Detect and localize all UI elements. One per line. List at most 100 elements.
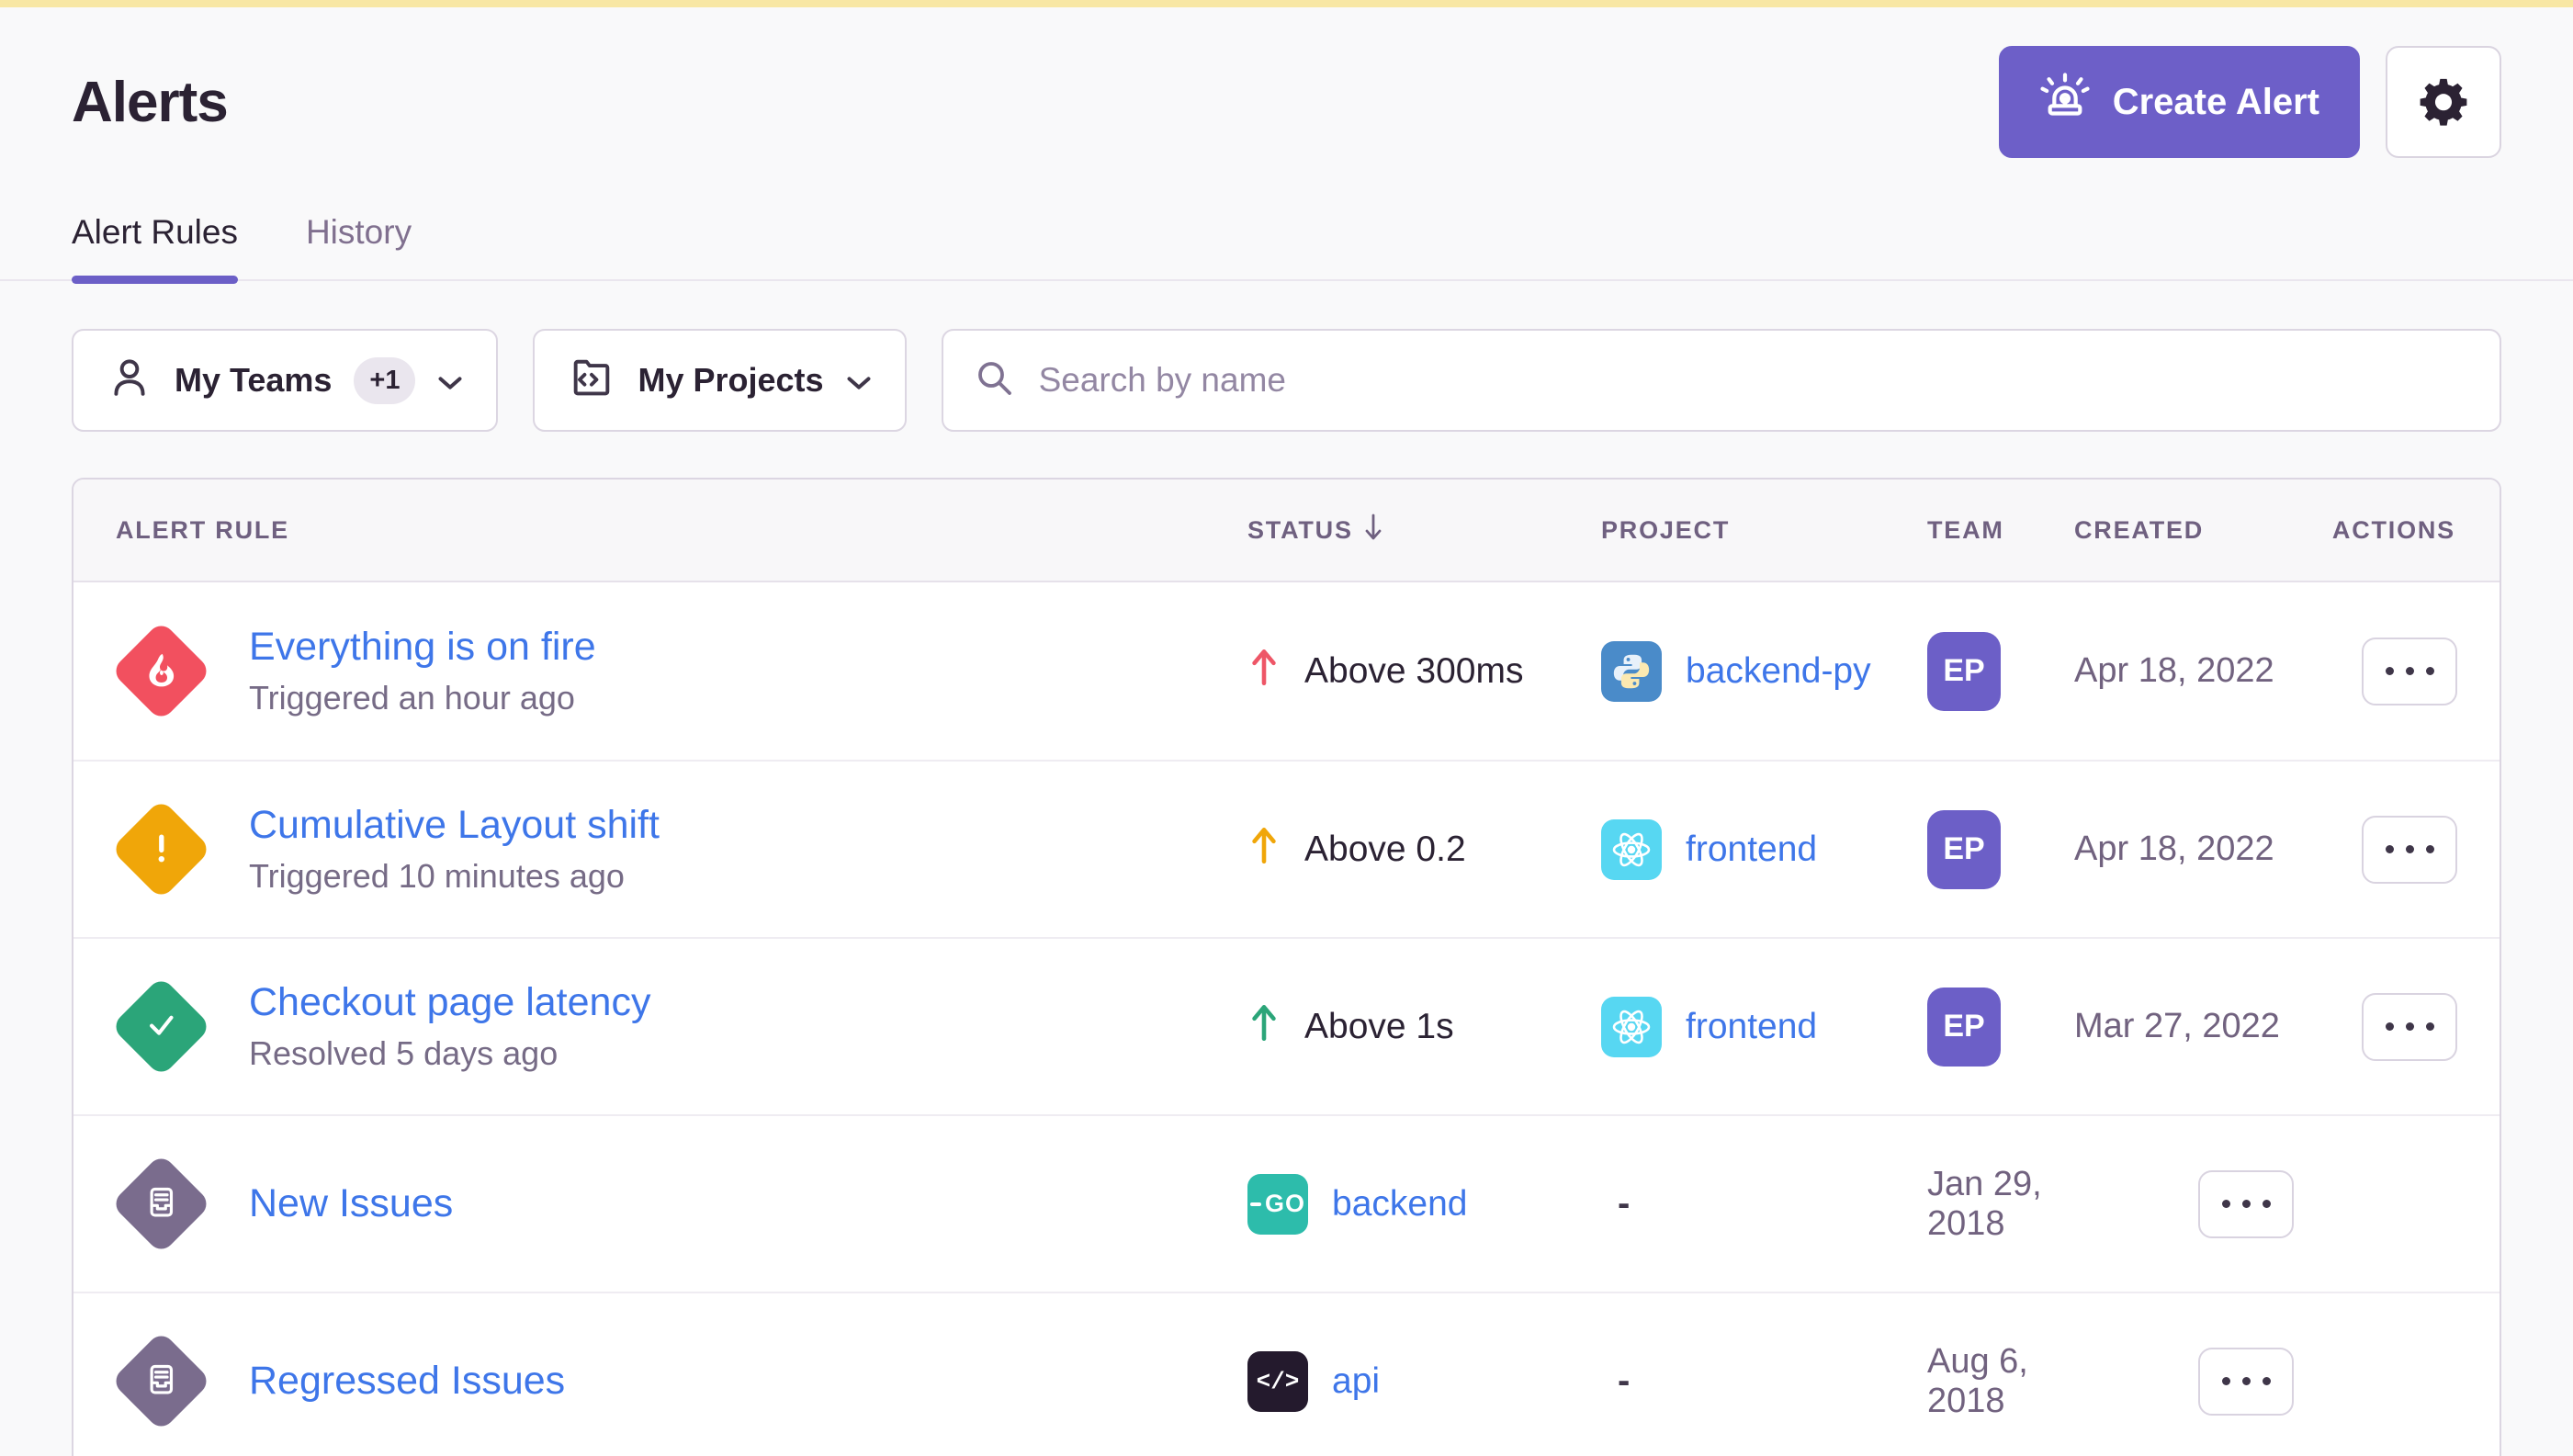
check-icon bbox=[110, 976, 211, 1077]
project-link[interactable]: frontend bbox=[1686, 1007, 1817, 1047]
column-header-created: CREATED bbox=[2074, 516, 2336, 545]
tab-history[interactable]: History bbox=[306, 213, 412, 279]
project-link[interactable]: backend-py bbox=[1686, 651, 1871, 692]
chevron-down-icon bbox=[846, 361, 872, 400]
column-header-actions: ACTIONS bbox=[2336, 516, 2500, 545]
column-header-status[interactable]: STATUS bbox=[1247, 512, 1601, 549]
header-actions: Create Alert bbox=[1999, 46, 2501, 158]
alert-rule-cell: New Issues bbox=[73, 1160, 1247, 1247]
status-cell: Above 300ms bbox=[1247, 645, 1601, 698]
alert-rule-link[interactable]: New Issues bbox=[249, 1181, 453, 1226]
project-link[interactable]: frontend bbox=[1686, 830, 1817, 870]
teams-count-badge: +1 bbox=[354, 357, 415, 404]
table-row: Regressed Issues </> api - Aug 6, 2018 bbox=[73, 1292, 2500, 1456]
alert-rule-cell: Regressed Issues bbox=[73, 1337, 1247, 1425]
alerts-page: Alerts Create Alert bbox=[0, 46, 2573, 1456]
alert-rules-table: ALERT RULESTATUSPROJECTTEAMCREATEDACTION… bbox=[72, 478, 2501, 1456]
arrow-up-icon bbox=[1247, 1000, 1281, 1054]
project-link[interactable]: api bbox=[1332, 1361, 1380, 1402]
code-logo-icon: </> bbox=[1247, 1351, 1308, 1412]
table-row: New Issues GO backend - Jan 29, 2018 bbox=[73, 1114, 2500, 1292]
no-team-dash: - bbox=[1601, 1183, 1630, 1224]
issues-icon bbox=[110, 1330, 211, 1431]
page-header: Alerts Create Alert bbox=[72, 46, 2501, 158]
column-header-alert-rule: ALERT RULE bbox=[73, 516, 1247, 545]
alert-rule-detail: Triggered an hour ago bbox=[249, 679, 596, 717]
sort-desc-icon bbox=[1362, 512, 1384, 549]
table-header-row: ALERT RULESTATUSPROJECTTEAMCREATEDACTION… bbox=[73, 480, 2500, 582]
top-accent-bar bbox=[0, 0, 2573, 7]
alert-rule-link[interactable]: Regressed Issues bbox=[249, 1359, 565, 1404]
search-icon bbox=[973, 356, 1017, 405]
project-cell: </> api bbox=[1247, 1351, 1601, 1412]
created-date: Jan 29, 2018 bbox=[1927, 1165, 2074, 1244]
row-actions-button[interactable] bbox=[2362, 816, 2457, 884]
arrow-up-icon bbox=[1247, 645, 1281, 698]
status-text: Above 0.2 bbox=[1304, 830, 1466, 870]
go-logo-icon: GO bbox=[1247, 1174, 1308, 1235]
created-date: Mar 27, 2022 bbox=[2074, 1007, 2336, 1046]
alert-rule-detail: Triggered 10 minutes ago bbox=[249, 857, 660, 896]
table-row: Everything is on fire Triggered an hour … bbox=[73, 582, 2500, 760]
project-icon bbox=[568, 353, 615, 409]
no-team-dash: - bbox=[1601, 1360, 1630, 1401]
project-cell: frontend bbox=[1601, 997, 1927, 1057]
person-icon bbox=[107, 354, 152, 408]
created-date: Aug 6, 2018 bbox=[1927, 1342, 2074, 1421]
table-row: Checkout page latency Resolved 5 days ag… bbox=[73, 937, 2500, 1114]
search-input[interactable] bbox=[1039, 361, 2470, 400]
arrow-up-icon bbox=[1247, 823, 1281, 876]
alert-rule-cell: Cumulative Layout shift Triggered 10 min… bbox=[73, 803, 1247, 896]
search-box bbox=[942, 329, 2501, 432]
actions-cell bbox=[2362, 993, 2500, 1061]
alert-rule-detail: Resolved 5 days ago bbox=[249, 1034, 650, 1073]
created-date: Apr 18, 2022 bbox=[2074, 830, 2336, 869]
create-alert-button[interactable]: Create Alert bbox=[1999, 46, 2360, 158]
actions-cell bbox=[2198, 1170, 2336, 1238]
gear-icon bbox=[2417, 74, 2470, 130]
teams-filter-button[interactable]: My Teams +1 bbox=[72, 329, 498, 432]
team-badge: EP bbox=[1927, 810, 2001, 889]
actions-cell bbox=[2198, 1348, 2336, 1416]
tab-alert-rules[interactable]: Alert Rules bbox=[72, 213, 238, 279]
react-logo-icon bbox=[1601, 997, 1662, 1057]
project-cell: frontend bbox=[1601, 819, 1927, 880]
team-cell: EP bbox=[1927, 988, 2074, 1067]
settings-button[interactable] bbox=[2386, 46, 2501, 158]
row-actions-button[interactable] bbox=[2362, 638, 2457, 705]
actions-cell bbox=[2362, 816, 2500, 884]
column-header-project: PROJECT bbox=[1601, 516, 1927, 545]
team-badge: EP bbox=[1927, 632, 2001, 711]
create-alert-label: Create Alert bbox=[2113, 82, 2319, 123]
row-actions-button[interactable] bbox=[2362, 993, 2457, 1061]
row-actions-button[interactable] bbox=[2198, 1348, 2294, 1416]
project-cell: backend-py bbox=[1601, 641, 1927, 702]
actions-cell bbox=[2362, 638, 2500, 705]
flame-icon bbox=[110, 620, 211, 721]
alert-rule-link[interactable]: Everything is on fire bbox=[249, 625, 596, 670]
project-cell: GO backend bbox=[1247, 1174, 1601, 1235]
teams-filter-label: My Teams bbox=[175, 361, 332, 400]
projects-filter-button[interactable]: My Projects bbox=[533, 329, 906, 432]
filter-bar: My Teams +1 My Projects bbox=[72, 329, 2501, 432]
projects-filter-label: My Projects bbox=[638, 361, 823, 400]
status-cell: Above 0.2 bbox=[1247, 823, 1601, 876]
created-date: Apr 18, 2022 bbox=[2074, 651, 2336, 691]
row-actions-button[interactable] bbox=[2198, 1170, 2294, 1238]
alert-rule-cell: Everything is on fire Triggered an hour … bbox=[73, 625, 1247, 717]
alert-rule-cell: Checkout page latency Resolved 5 days ag… bbox=[73, 980, 1247, 1073]
python-logo-icon bbox=[1601, 641, 1662, 702]
tab-bar: Alert Rules History bbox=[0, 213, 2573, 281]
team-cell: EP bbox=[1927, 632, 2074, 711]
status-text: Above 300ms bbox=[1304, 651, 1523, 692]
alert-rule-link[interactable]: Cumulative Layout shift bbox=[249, 803, 660, 848]
siren-icon bbox=[2039, 72, 2091, 132]
team-badge: EP bbox=[1927, 988, 2001, 1067]
team-cell: - bbox=[1601, 1183, 1927, 1225]
react-logo-icon bbox=[1601, 819, 1662, 880]
project-link[interactable]: backend bbox=[1332, 1184, 1467, 1225]
table-body: Everything is on fire Triggered an hour … bbox=[73, 582, 2500, 1456]
alert-rule-link[interactable]: Checkout page latency bbox=[249, 980, 650, 1025]
status-text: Above 1s bbox=[1304, 1007, 1454, 1047]
status-cell: Above 1s bbox=[1247, 1000, 1601, 1054]
